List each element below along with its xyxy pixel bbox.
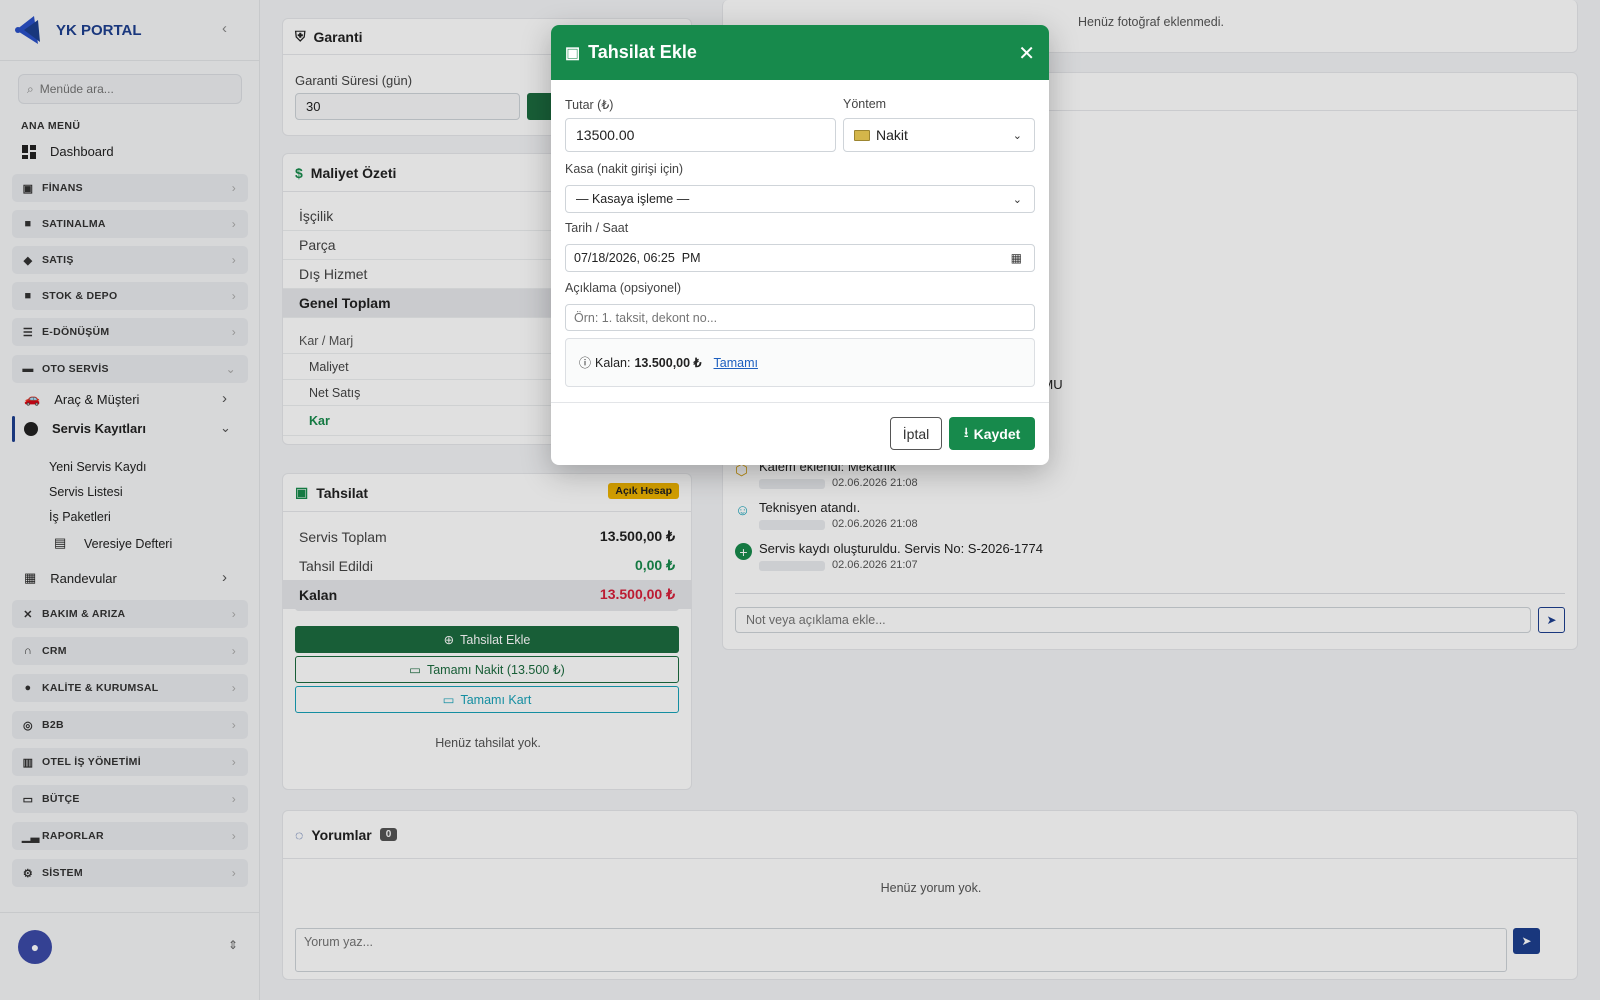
- close-icon[interactable]: ✕: [1018, 41, 1035, 66]
- yontem-value: Nakit: [876, 127, 908, 143]
- aciklama-label: Açıklama (opsiyonel): [565, 281, 682, 295]
- chevron-down-icon: ⌄: [1012, 129, 1022, 142]
- tahsilat-modal: ▣ Tahsilat Ekle ✕ Tutar (₺) 13500.00 Yön…: [551, 25, 1049, 465]
- modal-title: Tahsilat Ekle: [588, 42, 697, 62]
- calendar-icon[interactable]: ▦: [1011, 251, 1022, 265]
- button-label: Kaydet: [973, 425, 1021, 442]
- chevron-down-icon: ⌄: [1012, 193, 1022, 206]
- save-icon: ⭳: [963, 423, 969, 440]
- tutar-label: Tutar (₺): [565, 98, 614, 112]
- tarih-value: 07/18/2026, 06:25 PM: [574, 251, 701, 265]
- modal-header: ▣ Tahsilat Ekle: [551, 25, 1049, 80]
- iptal-button[interactable]: İptal: [890, 417, 942, 450]
- kaydet-button[interactable]: ⭳ Kaydet: [949, 417, 1035, 450]
- tarih-input[interactable]: 07/18/2026, 06:25 PM ▦: [565, 244, 1035, 272]
- kalan-prefix: Kalan:: [595, 355, 631, 370]
- yontem-select[interactable]: Nakit ⌄: [843, 118, 1035, 152]
- divider: [551, 402, 1049, 403]
- kasa-select[interactable]: — Kasaya işleme — ⌄: [565, 185, 1035, 213]
- tutar-input[interactable]: 13500.00: [565, 118, 836, 152]
- yontem-label: Yöntem: [843, 97, 887, 111]
- banknote-icon: [854, 129, 870, 141]
- cash-icon: ▣: [565, 44, 581, 62]
- tarih-label: Tarih / Saat: [565, 221, 629, 235]
- kasa-value: — Kasaya işleme —: [576, 192, 690, 206]
- tamami-link[interactable]: Tamamı: [714, 356, 758, 370]
- kalan-value: 13.500,00 ₺: [634, 356, 702, 370]
- kasa-label: Kasa (nakit girişi için): [565, 162, 684, 176]
- aciklama-input[interactable]: [565, 304, 1035, 331]
- kalan-info: ⓘ Kalan: 13.500,00 ₺ Tamamı: [565, 338, 1035, 387]
- info-icon: ⓘ: [579, 356, 592, 370]
